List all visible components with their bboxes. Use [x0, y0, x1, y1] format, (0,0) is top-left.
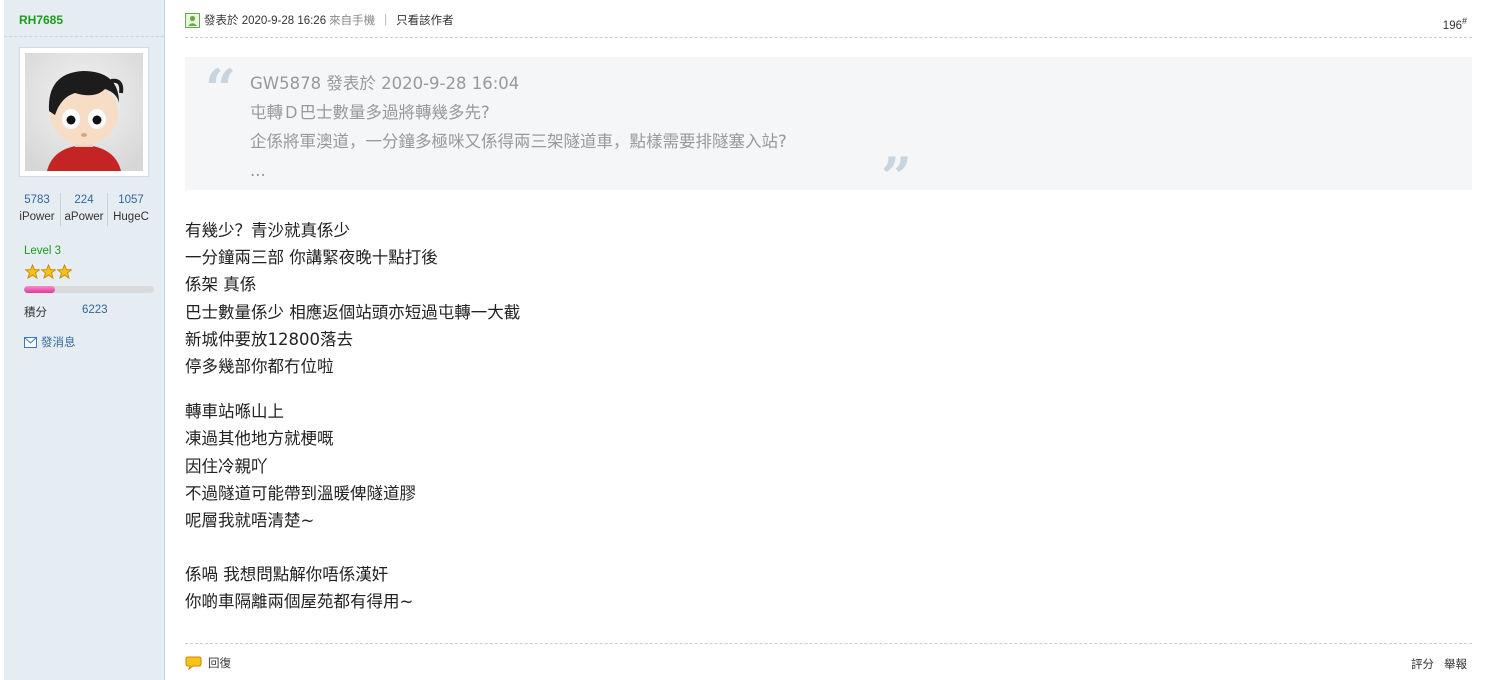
post-footer: 回復 評分 舉報: [185, 643, 1472, 680]
post-line: 凍過其他地方就梗嘅: [185, 429, 334, 449]
stat-value: 1057: [118, 194, 144, 206]
post-paragraph: 有幾少？青沙就真係少 一分鐘兩三部 你講緊夜晚十點打後 係架 真係 巴士數量係少…: [185, 217, 520, 380]
open-quote-icon: “: [205, 57, 237, 121]
credits-value: 6223: [82, 304, 108, 316]
speech-bubble-icon: [185, 656, 202, 670]
level-progress-bar: [24, 286, 154, 293]
user-stats: 5783 iPower 224 aPower 1057 HugeC: [14, 193, 154, 226]
user-level[interactable]: Level 3: [24, 245, 61, 257]
only-author-link[interactable]: 只看該作者: [396, 12, 454, 28]
stat-value: 224: [74, 194, 94, 206]
post-line: 呢層我就唔清楚~: [185, 511, 315, 531]
avatar[interactable]: [19, 47, 149, 177]
close-quote-icon: ”: [881, 145, 913, 209]
post-paragraph: 轉車站喺山上 凍過其他地方就梗嘅 因住冷親吖 不過隧道可能帶到溫暖俾隧道膠 呢層…: [185, 398, 520, 534]
rate-button[interactable]: 評分: [1411, 656, 1434, 672]
reply-button[interactable]: 回復: [185, 655, 231, 671]
post-line: 停多幾部你都冇位啦: [185, 357, 334, 377]
post-line: 不過隧道可能帶到溫暖俾隧道膠: [185, 483, 416, 503]
star-icon: [41, 264, 56, 279]
floor-number[interactable]: 196#: [1443, 16, 1467, 32]
post-time: 發表於 2020-9-28 16:26: [204, 15, 327, 27]
post-paragraph: 係喎 我想問點解你唔係漢奸 你啲車隔離兩個屋苑都有得用~: [185, 561, 520, 615]
stat-value: 5783: [24, 194, 50, 206]
post-line: 一分鐘兩三部 你講緊夜晚十點打後: [185, 248, 438, 268]
credits-label: 積分: [24, 307, 47, 319]
user-sidebar: RH7685 5783 iPower 224 aPower 1057 HugeC…: [4, 0, 165, 680]
post-line: 巴士數量係少 相應返個站頭亦短過屯轉一大截: [185, 302, 521, 322]
quote-block: “ GW5878 發表於 2020-9-28 16:04 屯轉Ｄ巴士數量多過將轉…: [185, 57, 1472, 207]
stat-label: iPower: [19, 211, 55, 223]
quote-author-line: GW5878 發表於 2020-9-28 16:04: [250, 74, 520, 93]
star-icon: [57, 264, 72, 279]
send-message-label: 發消息: [41, 337, 76, 349]
credits-row: 積分 6223: [24, 304, 108, 320]
envelope-icon: [24, 336, 37, 348]
avatar-image: [25, 53, 143, 171]
user-online-icon: [185, 12, 200, 28]
post-line: 你啲車隔離兩個屋苑都有得用~: [185, 592, 414, 612]
post-line: 係架 真係: [185, 275, 257, 295]
post-line: 因住冷親吖: [185, 456, 268, 476]
quote-line: 屯轉Ｄ巴士數量多過將轉幾多先?: [250, 103, 490, 122]
from-mobile-label: 來自手機: [329, 15, 376, 27]
reply-label: 回復: [208, 658, 231, 670]
post-header: 發表於 2020-9-28 16:26 來自手機 | 只看該作者 196#: [185, 12, 1472, 38]
floor-number-value: 196: [1442, 19, 1462, 32]
post-line: 有幾少？青沙就真係少: [185, 221, 350, 240]
post-line: 新城仲要放12800落去: [185, 329, 353, 349]
quote-line: ...: [250, 161, 266, 180]
stat-label: aPower: [64, 211, 104, 223]
stat-apower[interactable]: 224 aPower: [60, 193, 107, 226]
stat-hugec[interactable]: 1057 HugeC: [107, 193, 154, 226]
floor-mark: #: [1461, 16, 1467, 26]
username-link[interactable]: RH7685: [19, 13, 63, 27]
post-line: 係喎 我想問點解你唔係漢奸: [185, 565, 389, 585]
sidebar-divider: [4, 36, 164, 37]
level-stars: [25, 264, 72, 279]
quote-line: 企係將軍澳道，一分鐘多極咪又係得兩三架隧道車，點樣需要排隧塞入站?: [250, 132, 787, 151]
quote-text: GW5878 發表於 2020-9-28 16:04 屯轉Ｄ巴士數量多過將轉幾多…: [250, 69, 787, 185]
report-button[interactable]: 舉報: [1444, 656, 1467, 672]
stat-ipower[interactable]: 5783 iPower: [14, 193, 60, 226]
post-line: 轉車站喺山上: [185, 402, 284, 422]
star-icon: [25, 264, 40, 279]
stat-label: HugeC: [113, 211, 149, 223]
header-separator: |: [384, 14, 388, 26]
level-progress-fill: [24, 286, 56, 293]
post-body: 有幾少？青沙就真係少 一分鐘兩三部 你講緊夜晚十點打後 係架 真係 巴士數量係少…: [185, 217, 520, 634]
send-message-link[interactable]: 發消息: [24, 334, 76, 350]
